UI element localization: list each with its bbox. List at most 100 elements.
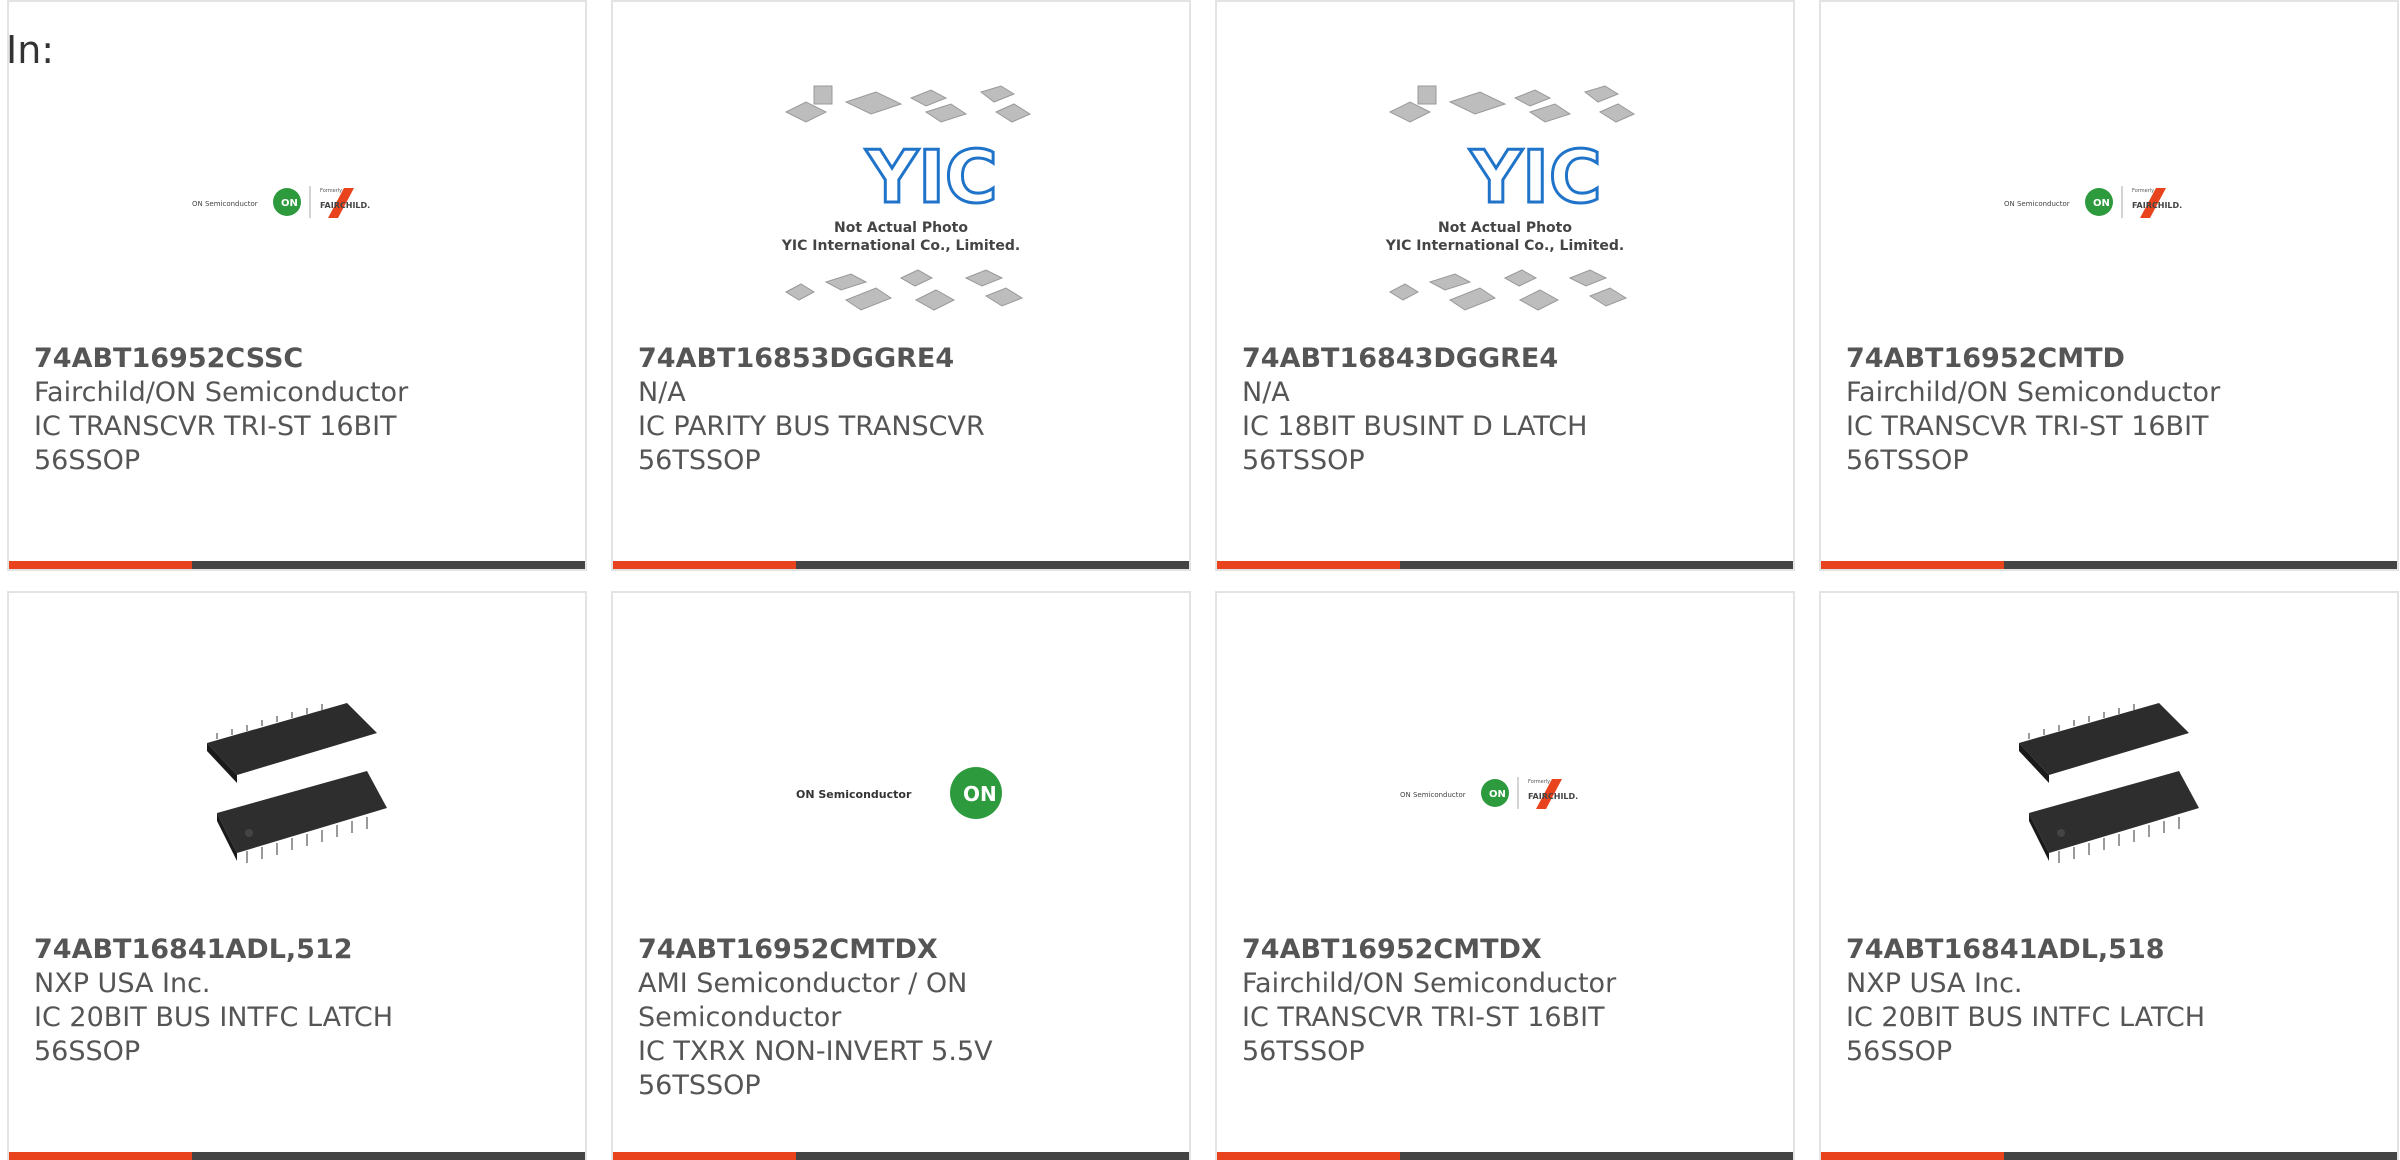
package: 56TSSOP (1242, 445, 1365, 476)
on-semiconductor-logo-icon: ON Semiconductor ON (796, 767, 1002, 819)
card-bottom-bar (9, 561, 585, 569)
card-bottom-bar (1821, 1152, 2397, 1160)
card-accent (9, 561, 192, 569)
product-info: 74ABT16952CSSC Fairchild/ON Semiconducto… (34, 342, 565, 478)
svg-text:YIC International Co., Limited: YIC International Co., Limited. (781, 238, 1020, 254)
on-fairchild-logo-icon: ON Semiconductor ON Formerly FAIRCHILD. (2004, 186, 2182, 218)
product-image: ON Semiconductor ON Formerly FAIRCHILD. (1217, 653, 1793, 933)
product-info: 74ABT16841ADL,512 NXP USA Inc. IC 20BIT … (34, 933, 565, 1069)
product-card[interactable]: ON Semiconductor ON Formerly FAIRCHILD. … (1215, 591, 1795, 1160)
ic-chip-icon (2019, 703, 2199, 863)
product-card[interactable]: YIC Not Actual Photo YIC International C… (611, 0, 1191, 571)
product-image: ON Semiconductor ON (613, 653, 1189, 933)
package: 56TSSOP (1242, 1036, 1365, 1067)
manufacturer: NXP USA Inc. (34, 968, 211, 999)
product-image: YIC Not Actual Photo YIC International C… (613, 62, 1189, 342)
manufacturer: AMI Semiconductor / ON Semiconductor (638, 968, 968, 1033)
part-number[interactable]: 74ABT16843DGGRE4 (1242, 342, 1773, 376)
product-info: 74ABT16952CMTDX AMI Semiconductor / ON S… (638, 933, 1169, 1103)
product-image (1821, 653, 2397, 933)
product-image (9, 653, 585, 933)
product-card[interactable]: ON Semiconductor ON Formerly FAIRCHILD. … (1819, 0, 2399, 571)
part-number[interactable]: 74ABT16952CMTD (1846, 342, 2377, 376)
card-accent (1821, 561, 2004, 569)
product-card[interactable]: 74ABT16841ADL,512 NXP USA Inc. IC 20BIT … (7, 591, 587, 1160)
product-card[interactable]: ON Semiconductor ON 74ABT16952CMTDX AMI … (611, 591, 1191, 1160)
svg-text:ON Semiconductor: ON Semiconductor (2004, 200, 2070, 208)
manufacturer: NXP USA Inc. (1846, 968, 2023, 999)
manufacturer: Fairchild/ON Semiconductor (1242, 968, 1617, 999)
page: In: ON Semiconductor ON Formerly FAIRCHI… (0, 0, 2400, 1160)
card-accent (1821, 1152, 2004, 1160)
svg-text:Formerly: Formerly (320, 188, 342, 194)
package: 56TSSOP (638, 1070, 761, 1101)
not-actual-photo-icon: YIC Not Actual Photo YIC International C… (1385, 85, 1636, 311)
svg-text:FAIRCHILD.: FAIRCHILD. (2132, 201, 2182, 210)
on-fairchild-logo-icon: ON Semiconductor ON Formerly FAIRCHILD. (192, 186, 370, 218)
description: IC TRANSCVR TRI-ST 16BIT (34, 411, 397, 442)
product-info: 74ABT16843DGGRE4 N/A IC 18BIT BUSINT D L… (1242, 342, 1773, 478)
card-accent (1217, 561, 1400, 569)
product-info: 74ABT16952CMTDX Fairchild/ON Semiconduct… (1242, 933, 1773, 1069)
card-bottom-bar (1821, 561, 2397, 569)
svg-text:ON: ON (963, 782, 997, 806)
card-bottom-bar (613, 561, 1189, 569)
card-accent (613, 561, 796, 569)
package: 56TSSOP (638, 445, 761, 476)
card-accent (9, 1152, 192, 1160)
description: IC 20BIT BUS INTFC LATCH (34, 1002, 394, 1033)
description: IC TRANSCVR TRI-ST 16BIT (1846, 411, 2209, 442)
svg-text:YIC International Co., Limited: YIC International Co., Limited. (1385, 238, 1624, 254)
part-number[interactable]: 74ABT16952CMTDX (1242, 933, 1773, 967)
svg-text:ON Semiconductor: ON Semiconductor (1400, 791, 1466, 799)
product-card[interactable]: ON Semiconductor ON Formerly FAIRCHILD. … (7, 0, 587, 571)
product-image: ON Semiconductor ON Formerly FAIRCHILD. (1821, 62, 2397, 342)
product-card[interactable]: YIC Not Actual Photo YIC International C… (1215, 0, 1795, 571)
package: 56SSOP (1846, 1036, 1953, 1067)
package: 56TSSOP (1846, 445, 1969, 476)
ic-chip-icon (207, 703, 387, 863)
product-image: ON Semiconductor ON Formerly FAIRCHILD. (9, 62, 585, 342)
manufacturer: N/A (638, 377, 686, 408)
product-info: 74ABT16853DGGRE4 N/A IC PARITY BUS TRANS… (638, 342, 1169, 478)
on-fairchild-logo-icon: ON Semiconductor ON Formerly FAIRCHILD. (1400, 777, 1578, 809)
description: IC 20BIT BUS INTFC LATCH (1846, 1002, 2206, 1033)
card-bottom-bar (1217, 1152, 1793, 1160)
part-number[interactable]: 74ABT16952CMTDX (638, 933, 1169, 967)
card-accent (613, 1152, 796, 1160)
manufacturer: Fairchild/ON Semiconductor (1846, 377, 2221, 408)
svg-text:YIC: YIC (865, 135, 998, 219)
package: 56SSOP (34, 1036, 141, 1067)
card-accent (1217, 1152, 1400, 1160)
product-card[interactable]: 74ABT16841ADL,518 NXP USA Inc. IC 20BIT … (1819, 591, 2399, 1160)
svg-text:ON: ON (281, 198, 298, 209)
product-grid: ON Semiconductor ON Formerly FAIRCHILD. … (7, 0, 2399, 1160)
description: IC TXRX NON-INVERT 5.5V (638, 1036, 993, 1067)
product-info: 74ABT16952CMTD Fairchild/ON Semiconducto… (1846, 342, 2377, 478)
svg-text:Not Actual Photo: Not Actual Photo (1438, 220, 1572, 236)
manufacturer: N/A (1242, 377, 1290, 408)
part-number[interactable]: 74ABT16952CSSC (34, 342, 565, 376)
part-number[interactable]: 74ABT16841ADL,518 (1846, 933, 2377, 967)
part-number[interactable]: 74ABT16853DGGRE4 (638, 342, 1169, 376)
card-bottom-bar (613, 1152, 1189, 1160)
not-actual-photo-icon: YIC Not Actual Photo YIC International C… (781, 85, 1032, 311)
svg-text:FAIRCHILD.: FAIRCHILD. (1528, 792, 1578, 801)
svg-text:ON: ON (2093, 198, 2110, 209)
svg-text:Not Actual Photo: Not Actual Photo (834, 220, 968, 236)
svg-text:YIC: YIC (1469, 135, 1602, 219)
svg-text:FAIRCHILD.: FAIRCHILD. (320, 201, 370, 210)
description: IC TRANSCVR TRI-ST 16BIT (1242, 1002, 1605, 1033)
svg-text:ON Semiconductor: ON Semiconductor (796, 788, 912, 801)
manufacturer: Fairchild/ON Semiconductor (34, 377, 409, 408)
in-label: In: (6, 28, 55, 72)
description: IC 18BIT BUSINT D LATCH (1242, 411, 1588, 442)
package: 56SSOP (34, 445, 141, 476)
part-number[interactable]: 74ABT16841ADL,512 (34, 933, 565, 967)
svg-text:Formerly: Formerly (2132, 188, 2154, 194)
card-bottom-bar (1217, 561, 1793, 569)
svg-text:Formerly: Formerly (1528, 779, 1550, 785)
svg-text:ON Semiconductor: ON Semiconductor (192, 200, 258, 208)
product-image: YIC Not Actual Photo YIC International C… (1217, 62, 1793, 342)
svg-text:ON: ON (1489, 789, 1506, 800)
